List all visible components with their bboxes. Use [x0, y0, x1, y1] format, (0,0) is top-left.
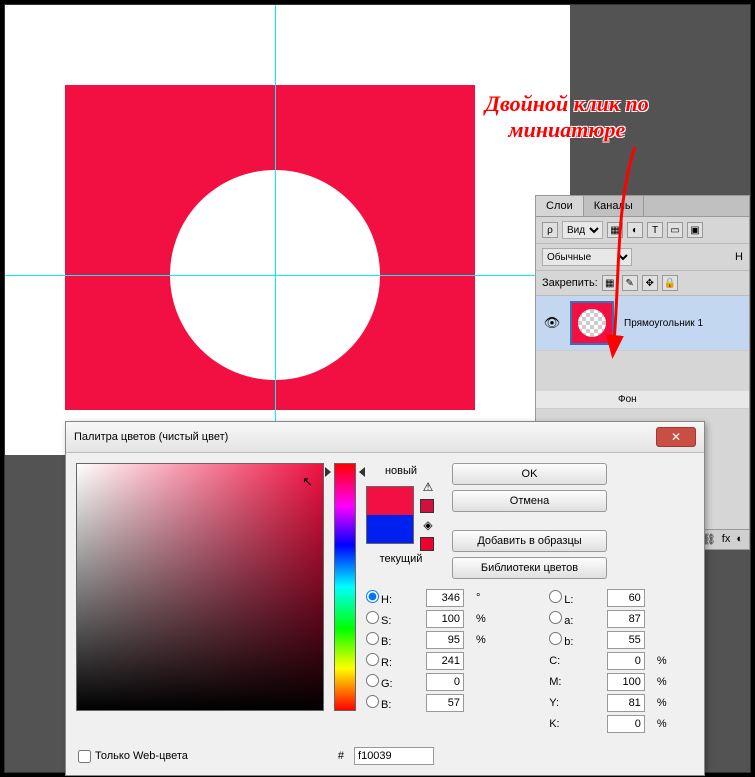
annotation-text: Двойной клик по миниатюре — [485, 91, 649, 144]
gamut-warning-icon[interactable]: ⚠ — [420, 479, 436, 495]
label-k: K: — [549, 718, 601, 730]
label-current: текущий — [380, 553, 423, 565]
lock-move-icon[interactable]: ✥ — [642, 275, 658, 291]
field-c[interactable] — [607, 652, 645, 670]
annotation-line1: Двойной клик по — [485, 91, 649, 117]
annotation-line2: миниатюре — [485, 117, 649, 143]
radio-g[interactable]: G: — [366, 674, 420, 690]
field-r[interactable] — [426, 652, 464, 670]
lock-paint-icon[interactable]: ✎ — [622, 275, 638, 291]
cursor-icon: ↖ — [302, 474, 313, 490]
color-picker-dialog: Палитра цветов (чистый цвет) ✕ ↖ новый — [65, 421, 705, 776]
guide-horizontal[interactable] — [5, 275, 570, 276]
field-l[interactable] — [607, 589, 645, 607]
field-bhsv[interactable] — [426, 631, 464, 649]
layer-name[interactable]: Прямоугольник 1 — [620, 318, 745, 329]
visibility-toggle[interactable]: 👁 — [540, 315, 564, 331]
hue-slider[interactable] — [334, 463, 356, 711]
tab-layers[interactable]: Слои — [536, 196, 584, 216]
layer-thumbnail[interactable] — [570, 301, 614, 345]
web-only-checkbox[interactable]: Только Web-цвета — [78, 750, 188, 763]
field-g[interactable] — [426, 673, 464, 691]
add-swatch-button[interactable]: Добавить в образцы — [452, 530, 607, 552]
filter-select[interactable]: Вид — [562, 221, 603, 239]
layer-row-background[interactable]: Фон — [536, 391, 749, 409]
radio-r[interactable]: R: — [366, 653, 420, 669]
field-brgb[interactable] — [426, 694, 464, 712]
mask-icon[interactable]: ◐ — [736, 533, 743, 546]
fx-icon[interactable]: fx — [722, 533, 731, 546]
lock-all-icon[interactable]: 🔒 — [662, 275, 678, 291]
document-canvas[interactable] — [5, 5, 570, 455]
opacity-label: Н — [735, 251, 743, 263]
websafe-warning-icon[interactable]: ◈ — [420, 517, 436, 533]
filter-adjust-icon[interactable]: ◐ — [627, 222, 643, 238]
blend-mode-select[interactable]: Обычные — [542, 248, 632, 266]
label-c: C: — [549, 655, 601, 667]
radio-bhsv[interactable]: B: — [366, 632, 420, 648]
field-s[interactable] — [426, 610, 464, 628]
field-a[interactable] — [607, 610, 645, 628]
tab-channels[interactable]: Каналы — [584, 196, 644, 216]
label-y: Y: — [549, 697, 601, 709]
hue-pointer[interactable] — [327, 467, 363, 477]
field-b[interactable] — [607, 631, 645, 649]
radio-b[interactable]: b: — [549, 632, 601, 648]
field-h[interactable] — [426, 589, 464, 607]
lock-label: Закрепить: — [542, 277, 598, 289]
field-y[interactable] — [607, 694, 645, 712]
lock-pixels-icon[interactable]: ▦ — [602, 275, 618, 291]
label-m: M: — [549, 676, 601, 688]
field-m[interactable] — [607, 673, 645, 691]
layer-name[interactable]: Фон — [564, 394, 745, 405]
guide-vertical[interactable] — [275, 5, 276, 455]
filter-smart-icon[interactable]: ▣ — [687, 222, 703, 238]
color-compare-swatch[interactable] — [366, 486, 414, 544]
filter-image-icon[interactable]: ▦ — [607, 222, 623, 238]
color-fields: H: ° L: S: % a: B: % b: R: — [366, 589, 694, 733]
color-field[interactable]: ↖ — [76, 463, 324, 711]
new-color-swatch — [367, 487, 413, 515]
ok-button[interactable]: OK — [452, 463, 607, 485]
dialog-title: Палитра цветов (чистый цвет) — [74, 431, 656, 443]
filter-icon[interactable]: ρ — [542, 222, 558, 238]
cancel-button[interactable]: Отмена — [452, 490, 607, 512]
field-k[interactable] — [607, 715, 645, 733]
hex-label: # — [338, 750, 344, 762]
color-libraries-button[interactable]: Библиотеки цветов — [452, 557, 607, 579]
dialog-titlebar[interactable]: Палитра цветов (чистый цвет) ✕ — [66, 422, 704, 453]
close-button[interactable]: ✕ — [656, 427, 696, 447]
hex-field[interactable] — [354, 747, 434, 765]
gamut-swatch[interactable] — [420, 499, 434, 513]
radio-brgb[interactable]: B: — [366, 695, 420, 711]
websafe-swatch[interactable] — [420, 537, 434, 551]
radio-h[interactable]: H: — [366, 590, 420, 606]
current-color-swatch — [367, 515, 413, 543]
label-new: новый — [385, 465, 417, 477]
radio-a[interactable]: a: — [549, 611, 601, 627]
radio-l[interactable]: L: — [549, 590, 601, 606]
layer-row-rectangle[interactable]: 👁 Прямоугольник 1 — [536, 296, 749, 351]
filter-type-icon[interactable]: T — [647, 222, 663, 238]
filter-shape-icon[interactable]: ▭ — [667, 222, 683, 238]
radio-s[interactable]: S: — [366, 611, 420, 627]
